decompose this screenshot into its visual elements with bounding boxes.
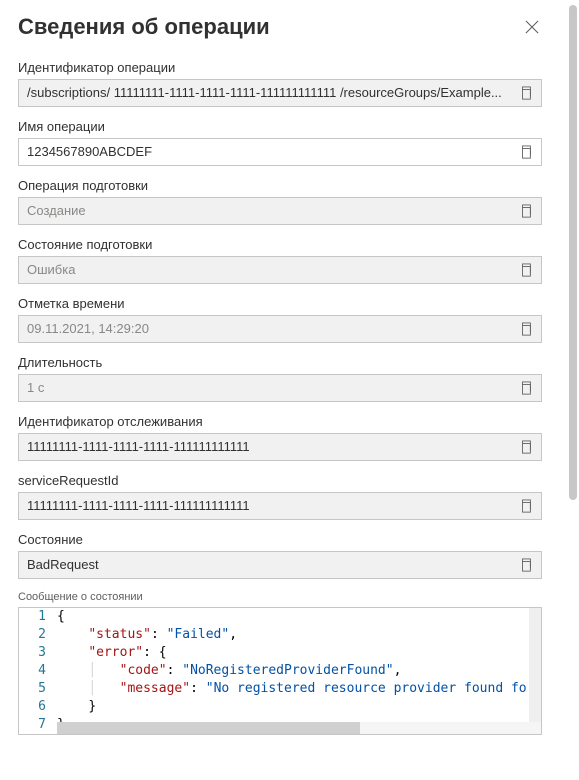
label-status-code: Состояние xyxy=(18,532,542,547)
label-tracking-id: Идентификатор отслеживания xyxy=(18,414,542,429)
label-duration: Длительность xyxy=(18,355,542,370)
copy-icon xyxy=(519,381,533,395)
copy-icon xyxy=(519,204,533,218)
copy-icon xyxy=(519,86,533,100)
line-number: 7 xyxy=(19,716,57,734)
value-provisioning-state: Ошибка xyxy=(19,257,511,283)
copy-button-operation-name[interactable] xyxy=(511,139,541,165)
label-operation-name: Имя операции xyxy=(18,119,542,134)
value-timestamp: 09.11.2021, 14:29:20 xyxy=(19,316,511,342)
label-provisioning-op: Операция подготовки xyxy=(18,178,542,193)
input-row-duration: 1 с xyxy=(18,374,542,402)
label-service-request-id: serviceRequestId xyxy=(18,473,542,488)
copy-icon xyxy=(519,145,533,159)
value-service-request-id[interactable]: 11111111-1111-1111-1111-111111111111 xyxy=(19,493,511,519)
value-duration: 1 с xyxy=(19,375,511,401)
field-status-message: Сообщение о состоянии 1{ 2 "status": "Fa… xyxy=(18,591,542,735)
json-viewer[interactable]: 1{ 2 "status": "Failed", 3 "error": { 4 … xyxy=(18,607,542,735)
copy-icon xyxy=(519,322,533,336)
close-button[interactable] xyxy=(522,17,542,37)
copy-button-operation-id[interactable] xyxy=(511,80,541,106)
field-duration: Длительность 1 с xyxy=(18,355,542,402)
line-number: 4 xyxy=(19,662,57,680)
line-number: 3 xyxy=(19,644,57,662)
line-number: 6 xyxy=(19,698,57,716)
field-status-code: Состояние BadRequest xyxy=(18,532,542,579)
json-error-message: "No registered resource provider found f… xyxy=(206,681,527,696)
copy-button-status-code[interactable] xyxy=(511,552,541,578)
input-row-operation-id: /subscriptions/ 11111111-1111-1111-1111-… xyxy=(18,79,542,107)
json-status: "Failed" xyxy=(167,627,230,642)
copy-button-timestamp[interactable] xyxy=(511,316,541,342)
json-horizontal-scrollbar-thumb[interactable] xyxy=(57,722,360,734)
field-operation-id: Идентификатор операции /subscriptions/ 1… xyxy=(18,60,542,107)
field-provisioning-op: Операция подготовки Создание xyxy=(18,178,542,225)
input-row-tracking-id: 11111111-1111-1111-1111-111111111111 xyxy=(18,433,542,461)
copy-button-provisioning-op[interactable] xyxy=(511,198,541,224)
value-operation-id[interactable]: /subscriptions/ 11111111-1111-1111-1111-… xyxy=(19,80,511,106)
copy-button-service-request-id[interactable] xyxy=(511,493,541,519)
field-tracking-id: Идентификатор отслеживания 11111111-1111… xyxy=(18,414,542,461)
value-operation-name[interactable]: 1234567890ABCDEF xyxy=(19,139,511,165)
line-number: 2 xyxy=(19,626,57,644)
line-number: 5 xyxy=(19,680,57,698)
input-row-timestamp: 09.11.2021, 14:29:20 xyxy=(18,315,542,343)
line-number: 1 xyxy=(19,608,57,626)
label-provisioning-state: Состояние подготовки xyxy=(18,237,542,252)
panel-title: Сведения об операции xyxy=(18,14,270,40)
label-status-message: Сообщение о состоянии xyxy=(18,591,542,603)
input-row-provisioning-state: Ошибка xyxy=(18,256,542,284)
json-vertical-scrollbar[interactable] xyxy=(529,608,541,722)
copy-button-provisioning-state[interactable] xyxy=(511,257,541,283)
field-service-request-id: serviceRequestId 11111111-1111-1111-1111… xyxy=(18,473,542,520)
input-row-status-code: BadRequest xyxy=(18,551,542,579)
close-icon xyxy=(525,20,539,34)
label-timestamp: Отметка времени xyxy=(18,296,542,311)
field-timestamp: Отметка времени 09.11.2021, 14:29:20 xyxy=(18,296,542,343)
value-status-code[interactable]: BadRequest xyxy=(19,552,511,578)
copy-icon xyxy=(519,558,533,572)
copy-icon xyxy=(519,499,533,513)
field-provisioning-state: Состояние подготовки Ошибка xyxy=(18,237,542,284)
value-tracking-id[interactable]: 11111111-1111-1111-1111-111111111111 xyxy=(19,434,511,460)
copy-button-duration[interactable] xyxy=(511,375,541,401)
field-operation-name: Имя операции 1234567890ABCDEF xyxy=(18,119,542,166)
label-operation-id: Идентификатор операции xyxy=(18,60,542,75)
panel-scrollbar[interactable] xyxy=(569,5,577,500)
operation-details-panel: Сведения об операции Идентификатор опера… xyxy=(0,0,560,780)
input-row-service-request-id: 11111111-1111-1111-1111-111111111111 xyxy=(18,492,542,520)
panel-header: Сведения об операции xyxy=(18,8,542,60)
copy-icon xyxy=(519,440,533,454)
json-error-code: "NoRegisteredProviderFound" xyxy=(182,663,393,678)
copy-button-tracking-id[interactable] xyxy=(511,434,541,460)
copy-icon xyxy=(519,263,533,277)
input-row-operation-name: 1234567890ABCDEF xyxy=(18,138,542,166)
input-row-provisioning-op: Создание xyxy=(18,197,542,225)
value-provisioning-op: Создание xyxy=(19,198,511,224)
